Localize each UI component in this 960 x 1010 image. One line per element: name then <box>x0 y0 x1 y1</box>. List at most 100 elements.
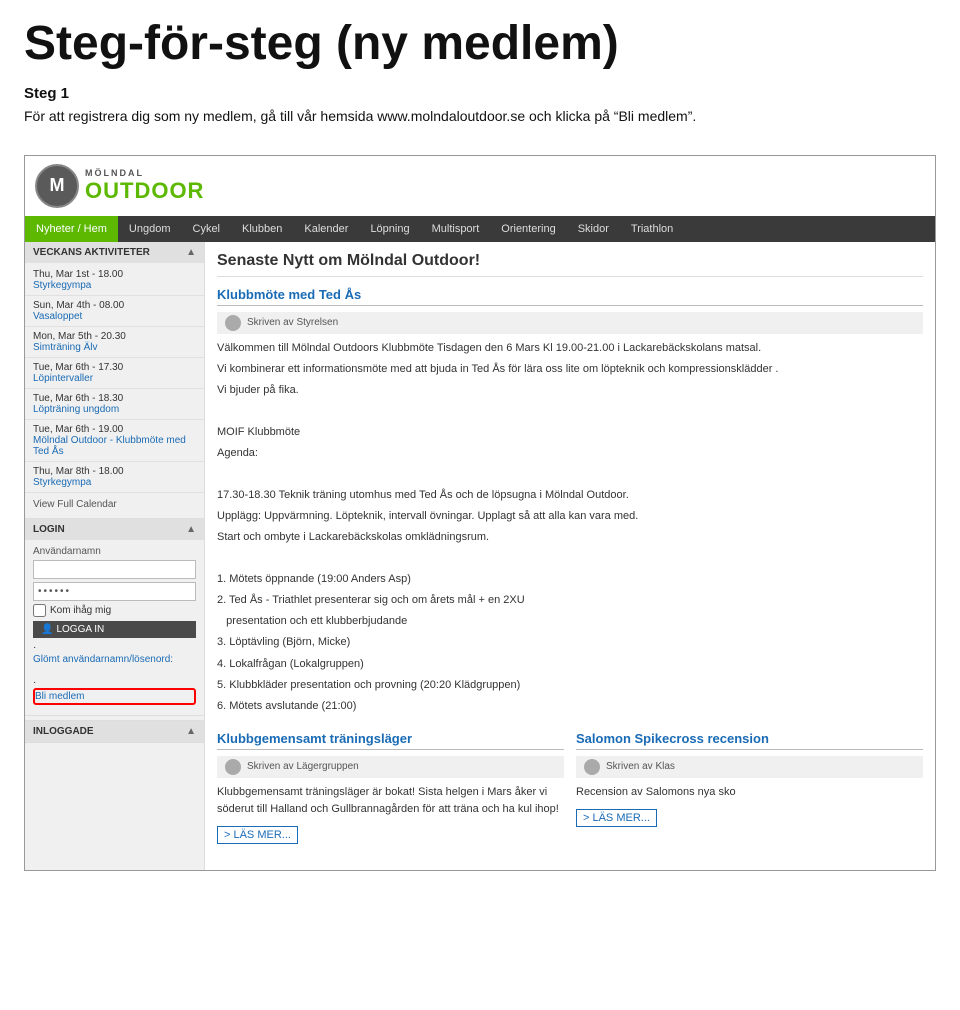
username-label: Användarnamn <box>33 546 196 557</box>
avatar <box>584 759 600 775</box>
login-arrow: ▲ <box>186 524 196 535</box>
inloggade-label: INLOGGADE <box>33 726 94 737</box>
nav-item-home[interactable]: Nyheter / Hem <box>25 216 118 242</box>
divider <box>25 419 204 420</box>
divider <box>25 461 204 462</box>
logo-text: MÖLNDAL OUTDOOR <box>85 169 204 203</box>
veckans-arrow: ▲ <box>186 247 196 258</box>
list-item: Sun, Mar 4th - 08.00 Vasaloppet <box>25 298 204 324</box>
las-mer-link-2[interactable]: > LÄS MER... <box>217 826 298 844</box>
article-title-1[interactable]: Klubbmöte med Ted Ås <box>217 287 923 306</box>
remember-label: Kom ihåg mig <box>50 605 111 616</box>
login-header[interactable]: LOGIN ▲ <box>25 519 204 540</box>
remember-checkbox[interactable] <box>33 604 46 617</box>
login-links: · Glömt användarnamn/lösenord: · Bli med… <box>33 638 196 709</box>
event-link[interactable]: Styrkegympa <box>33 477 196 488</box>
list-item: Thu, Mar 8th - 18.00 Styrkegympa <box>25 464 204 490</box>
author-label-3: Skriven av Klas <box>606 761 675 772</box>
list-item: Tue, Mar 6th - 18.30 Löpträning ungdom <box>25 391 204 417</box>
divider <box>25 492 204 493</box>
article-spikecross: Salomon Spikecross recension Skriven av … <box>576 731 923 844</box>
veckans-section: VECKANS AKTIVITETER ▲ Thu, Mar 1st - 18.… <box>25 242 204 519</box>
article-body-2: Klubbgemensamt träningsläger är bokat! S… <box>217 784 564 818</box>
veckans-label: VECKANS AKTIVITETER <box>33 247 150 258</box>
event-link[interactable]: Simträning Älv <box>33 342 196 353</box>
event-date: Tue, Mar 6th - 19.00 <box>33 424 196 435</box>
view-full-calendar-link[interactable]: View Full Calendar <box>25 495 204 514</box>
calendar-events: Thu, Mar 1st - 18.00 Styrkegympa Sun, Ma… <box>25 263 204 518</box>
list-item: Mon, Mar 5th - 20.30 Simträning Älv <box>25 329 204 355</box>
nav-item-orientering[interactable]: Orientering <box>490 216 566 242</box>
avatar <box>225 315 241 331</box>
page-title: Steg-för-steg (ny medlem) <box>24 18 936 71</box>
main-heading: Senaste Nytt om Mölndal Outdoor! <box>217 252 923 277</box>
login-button[interactable]: 👤 LOGGA IN <box>33 621 196 638</box>
event-date: Sun, Mar 4th - 08.00 <box>33 300 196 311</box>
article-klubbmote: Klubbmöte med Ted Ås Skriven av Styrelse… <box>217 287 923 715</box>
event-date: Mon, Mar 5th - 20.30 <box>33 331 196 342</box>
divider <box>25 357 204 358</box>
site-content: VECKANS AKTIVITETER ▲ Thu, Mar 1st - 18.… <box>25 242 935 870</box>
inloggade-header[interactable]: INLOGGADE ▲ <box>25 721 204 742</box>
event-link[interactable]: Styrkegympa <box>33 280 196 291</box>
list-item: Tue, Mar 6th - 17.30 Löpintervaller <box>25 360 204 386</box>
login-label: LOGIN <box>33 524 65 535</box>
event-date: Tue, Mar 6th - 17.30 <box>33 362 196 373</box>
site-header: M MÖLNDAL OUTDOOR <box>25 156 935 216</box>
divider <box>25 295 204 296</box>
nav-item-ungdom[interactable]: Ungdom <box>118 216 182 242</box>
event-link[interactable]: Vasaloppet <box>33 311 196 322</box>
user-icon: 👤 <box>41 624 53 635</box>
divider <box>25 326 204 327</box>
nav-item-multisport[interactable]: Multisport <box>421 216 491 242</box>
website-screenshot: M MÖLNDAL OUTDOOR Nyheter / Hem Ungdom C… <box>24 155 936 871</box>
list-item: Thu, Mar 1st - 18.00 Styrkegympa <box>25 267 204 293</box>
article-body-1: Välkommen till Mölndal Outdoors Klubbmöt… <box>217 340 923 715</box>
article-title-3[interactable]: Salomon Spikecross recension <box>576 731 923 750</box>
event-date: Tue, Mar 6th - 18.30 <box>33 393 196 404</box>
article-title-2[interactable]: Klubbgemensamt träningsläger <box>217 731 564 750</box>
nav-item-cykel[interactable]: Cykel <box>182 216 232 242</box>
step-heading: Steg 1 <box>24 85 936 102</box>
login-form: Användarnamn Kom ihåg mig 👤 LOGGA IN · G… <box>25 540 204 715</box>
article-traningslager: Klubbgemensamt träningsläger Skriven av … <box>217 731 564 844</box>
nav-item-klubben[interactable]: Klubben <box>231 216 293 242</box>
author-bar-1: Skriven av Styrelsen <box>217 312 923 334</box>
event-link[interactable]: Löpträning ungdom <box>33 404 196 415</box>
divider <box>25 388 204 389</box>
password-input[interactable] <box>33 582 196 601</box>
event-date: Thu, Mar 1st - 18.00 <box>33 269 196 280</box>
list-item: Tue, Mar 6th - 19.00 Mölndal Outdoor - K… <box>25 422 204 459</box>
sidebar: VECKANS AKTIVITETER ▲ Thu, Mar 1st - 18.… <box>25 242 205 870</box>
inloggade-section: INLOGGADE ▲ <box>25 720 204 743</box>
event-link[interactable]: Mölndal Outdoor - Klubbmöte med Ted Ås <box>33 435 196 457</box>
logo-icon: M <box>35 164 79 208</box>
bli-prefix: · <box>33 677 36 688</box>
las-mer-link-3[interactable]: > LÄS MER... <box>576 809 657 827</box>
event-link[interactable]: Löpintervaller <box>33 373 196 384</box>
step-text: För att registrera dig som ny medlem, gå… <box>24 106 936 127</box>
author-bar-3: Skriven av Klas <box>576 756 923 778</box>
main-content: Senaste Nytt om Mölndal Outdoor! Klubbmö… <box>205 242 935 870</box>
login-section: LOGIN ▲ Användarnamn Kom ihåg mig 👤 LOGG… <box>25 519 204 716</box>
top-section: Steg-för-steg (ny medlem) Steg 1 För att… <box>0 0 960 137</box>
site-nav: Nyheter / Hem Ungdom Cykel Klubben Kalen… <box>25 216 935 242</box>
avatar <box>225 759 241 775</box>
forgot-link[interactable]: Glömt användarnamn/lösenord: <box>33 653 196 666</box>
nav-item-skidor[interactable]: Skidor <box>567 216 620 242</box>
nav-item-lopning[interactable]: Löpning <box>359 216 420 242</box>
bli-medlem-link[interactable]: Bli medlem <box>33 688 196 705</box>
username-input[interactable] <box>33 560 196 579</box>
article-body-3: Recension av Salomons nya sko <box>576 784 923 801</box>
forgot-text: · <box>33 642 36 653</box>
logo-area: M MÖLNDAL OUTDOOR <box>35 164 204 208</box>
nav-item-kalender[interactable]: Kalender <box>293 216 359 242</box>
nav-item-triathlon[interactable]: Triathlon <box>620 216 684 242</box>
inloggade-arrow: ▲ <box>186 726 196 737</box>
veckans-header[interactable]: VECKANS AKTIVITETER ▲ <box>25 242 204 263</box>
logo-outdoor: OUTDOOR <box>85 179 204 203</box>
event-date: Thu, Mar 8th - 18.00 <box>33 466 196 477</box>
author-label-2: Skriven av Lägergruppen <box>247 761 359 772</box>
remember-row: Kom ihåg mig <box>33 604 196 617</box>
author-bar-2: Skriven av Lägergruppen <box>217 756 564 778</box>
